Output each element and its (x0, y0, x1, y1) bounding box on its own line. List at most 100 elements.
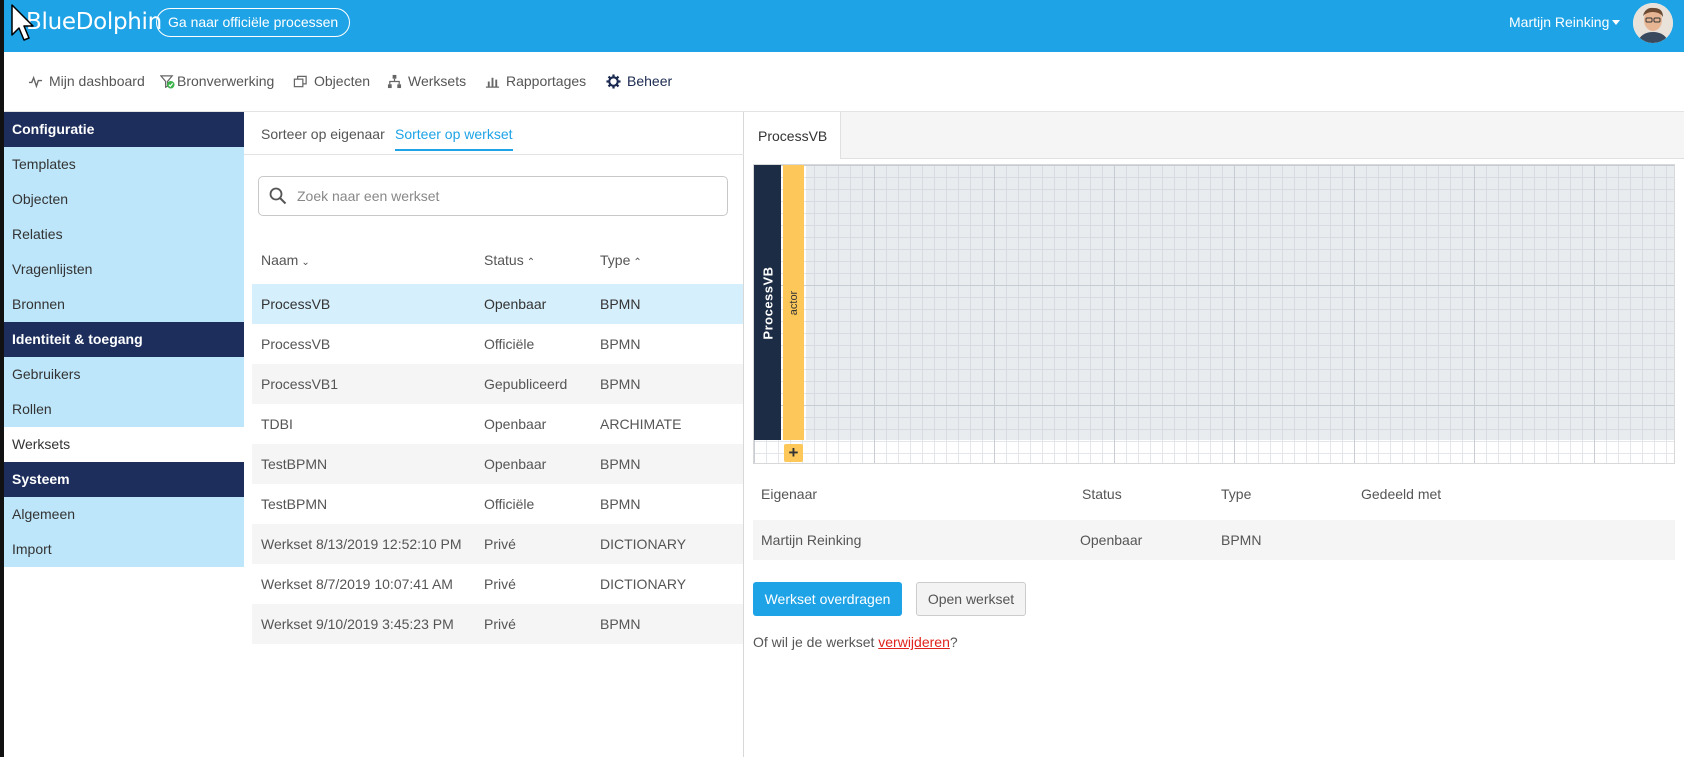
cell-name: ProcessVB (261, 336, 331, 352)
nav-label: Beheer (627, 73, 673, 89)
window-edge (0, 0, 4, 757)
lane-label: actor (787, 290, 800, 316)
chevron-up-icon: ⌃ (633, 257, 642, 268)
nav-objects[interactable]: Objecten (293, 73, 370, 89)
cell-name: TestBPMN (261, 496, 328, 512)
add-lane-button[interactable]: + (784, 444, 803, 462)
nav-worksets[interactable]: Werksets (387, 73, 466, 89)
mouse-cursor-icon (11, 4, 34, 41)
main-nav: Mijn dashboard Bronverwerking Objecten W… (4, 52, 1684, 112)
delete-workset-link[interactable]: verwijderen (878, 634, 950, 650)
search-input[interactable] (297, 188, 717, 204)
nav-label: Bronverwerking (177, 73, 275, 89)
workset-detail-panel: ProcessVB ProcessVB actor + Eigenaar Sta… (744, 112, 1684, 757)
nav-reports[interactable]: Rapportages (485, 73, 586, 89)
detail-tabbar: ProcessVB (744, 112, 1684, 159)
objects-icon (293, 75, 307, 87)
nav-source-processing[interactable]: Bronverwerking (160, 73, 274, 89)
bar-chart-icon (485, 77, 500, 88)
cell-status: Openbaar (484, 416, 547, 432)
nav-label: Werksets (408, 73, 467, 89)
column-status[interactable]: Status ⌃ (484, 252, 535, 268)
diagram-preview[interactable]: ProcessVB actor + (753, 164, 1675, 464)
pool-label: ProcessVB (760, 265, 775, 340)
cell-status: Officiële (484, 496, 535, 512)
cell-status: Privé (484, 616, 516, 632)
cell-status: Privé (484, 536, 516, 552)
table-row[interactable]: TDBI Openbaar ARCHIMATE (252, 404, 743, 444)
column-owner: Eigenaar (761, 486, 818, 502)
brand-logo[interactable]: BlueDolphin (26, 9, 162, 35)
sidebar-item-rollen[interactable]: Rollen (4, 392, 244, 427)
cell-name: ProcessVB1 (261, 376, 339, 392)
cell-type: BPMN (600, 376, 641, 392)
admin-sidebar: Configuratie Templates Objecten Relaties… (4, 112, 244, 567)
cell-type: DICTIONARY (600, 576, 687, 592)
cell-type: BPMN (600, 496, 641, 512)
sort-tabs: Sorteer op eigenaar Sorteer op werkset (244, 112, 744, 155)
avatar[interactable] (1633, 3, 1673, 43)
sidebar-item-objecten[interactable]: Objecten (4, 182, 244, 217)
sidebar-item-bronnen[interactable]: Bronnen (4, 287, 244, 322)
user-menu[interactable]: Martijn Reinking (1509, 14, 1621, 30)
delete-prefix: Of wil je de werkset (753, 634, 879, 650)
workset-list-panel: Sorteer op eigenaar Sorteer op werkset N… (244, 112, 744, 757)
search-icon (269, 187, 287, 205)
table-row[interactable]: TestBPMN Openbaar BPMN (252, 444, 743, 484)
column-label: Type (600, 252, 631, 268)
gear-icon (606, 73, 621, 89)
tab-sort-workset[interactable]: Sorteer op werkset (395, 126, 513, 151)
open-workset-button[interactable]: Open werkset (916, 582, 1026, 616)
search-box (258, 176, 728, 216)
column-shared: Gedeeld met (1361, 486, 1442, 502)
table-row[interactable]: Werkset 9/10/2019 3:45:23 PM Privé BPMN (252, 604, 743, 644)
table-row[interactable]: Werkset 8/7/2019 10:07:41 AM Privé DICTION… (252, 564, 743, 604)
workset-table: ProcessVB Openbaar BPMN ProcessVB Officiële… (252, 284, 743, 644)
cell-status: Privé (484, 576, 516, 592)
column-type[interactable]: Type ⌃ (600, 252, 642, 268)
cell-owner: Martijn Reinking (761, 532, 862, 548)
cell-type: BPMN (600, 456, 641, 472)
tab-processvb[interactable]: ProcessVB (744, 112, 841, 159)
cell-name: Werkset 9/10/2019 3:45:23 PM (261, 616, 454, 632)
table-row[interactable]: ProcessVB Openbaar BPMN (252, 284, 743, 324)
sidebar-item-werksets[interactable]: Werksets (4, 427, 244, 462)
sidebar-section-configuratie: Configuratie (4, 112, 244, 147)
cell-type: BPMN (600, 336, 641, 352)
sidebar-section-systeem: Systeem (4, 462, 244, 497)
sidebar-section-identiteit: Identiteit & toegang (4, 322, 244, 357)
column-label: Naam (261, 252, 299, 268)
cell-type: BPMN (600, 296, 641, 312)
sidebar-item-templates[interactable]: Templates (4, 147, 244, 182)
sidebar-item-algemeen[interactable]: Algemeen (4, 497, 244, 532)
cell-status: Openbaar (1080, 532, 1143, 548)
sidebar-item-relaties[interactable]: Relaties (4, 217, 244, 252)
sidebar-item-vragenlijsten[interactable]: Vragenlijsten (4, 252, 244, 287)
hierarchy-icon (387, 74, 402, 88)
user-name: Martijn Reinking (1509, 14, 1610, 30)
sidebar-item-import[interactable]: Import (4, 532, 244, 567)
detail-info-header: Eigenaar Status Type Gedeeld met (753, 486, 1675, 510)
nav-label: Objecten (314, 73, 371, 89)
lane-header: actor (783, 165, 804, 440)
nav-admin[interactable]: Beheer (606, 73, 672, 89)
column-name[interactable]: Naam ⌄ (261, 252, 310, 268)
tab-sort-owner[interactable]: Sorteer op eigenaar (261, 126, 385, 142)
cell-status: Openbaar (484, 456, 547, 472)
table-row[interactable]: Werkset 8/13/2019 12:52:10 PM Privé DICTIO… (252, 524, 743, 564)
cell-name: TDBI (261, 416, 293, 432)
nav-label: Mijn dashboard (49, 73, 145, 89)
transfer-workset-button[interactable]: Werkset overdragen (753, 582, 902, 616)
table-row[interactable]: TestBPMN Officiële BPMN (252, 484, 743, 524)
sidebar-item-gebruikers[interactable]: Gebruikers (4, 357, 244, 392)
official-processes-button[interactable]: Ga naar officiële processen (156, 8, 351, 37)
filter-check-icon (160, 74, 175, 89)
cell-type: BPMN (1221, 532, 1262, 548)
cell-name: Werkset 8/13/2019 12:52:10 PM (261, 536, 462, 552)
cell-type: BPMN (600, 616, 641, 632)
cell-status: Gepubliceerd (484, 376, 568, 392)
chevron-up-icon: ⌃ (526, 257, 536, 268)
table-row[interactable]: ProcessVB1 Gepubliceerd BPMN (252, 364, 743, 404)
table-row[interactable]: ProcessVB Officiële BPMN (252, 324, 743, 364)
nav-dashboard[interactable]: Mijn dashboard (28, 73, 145, 89)
